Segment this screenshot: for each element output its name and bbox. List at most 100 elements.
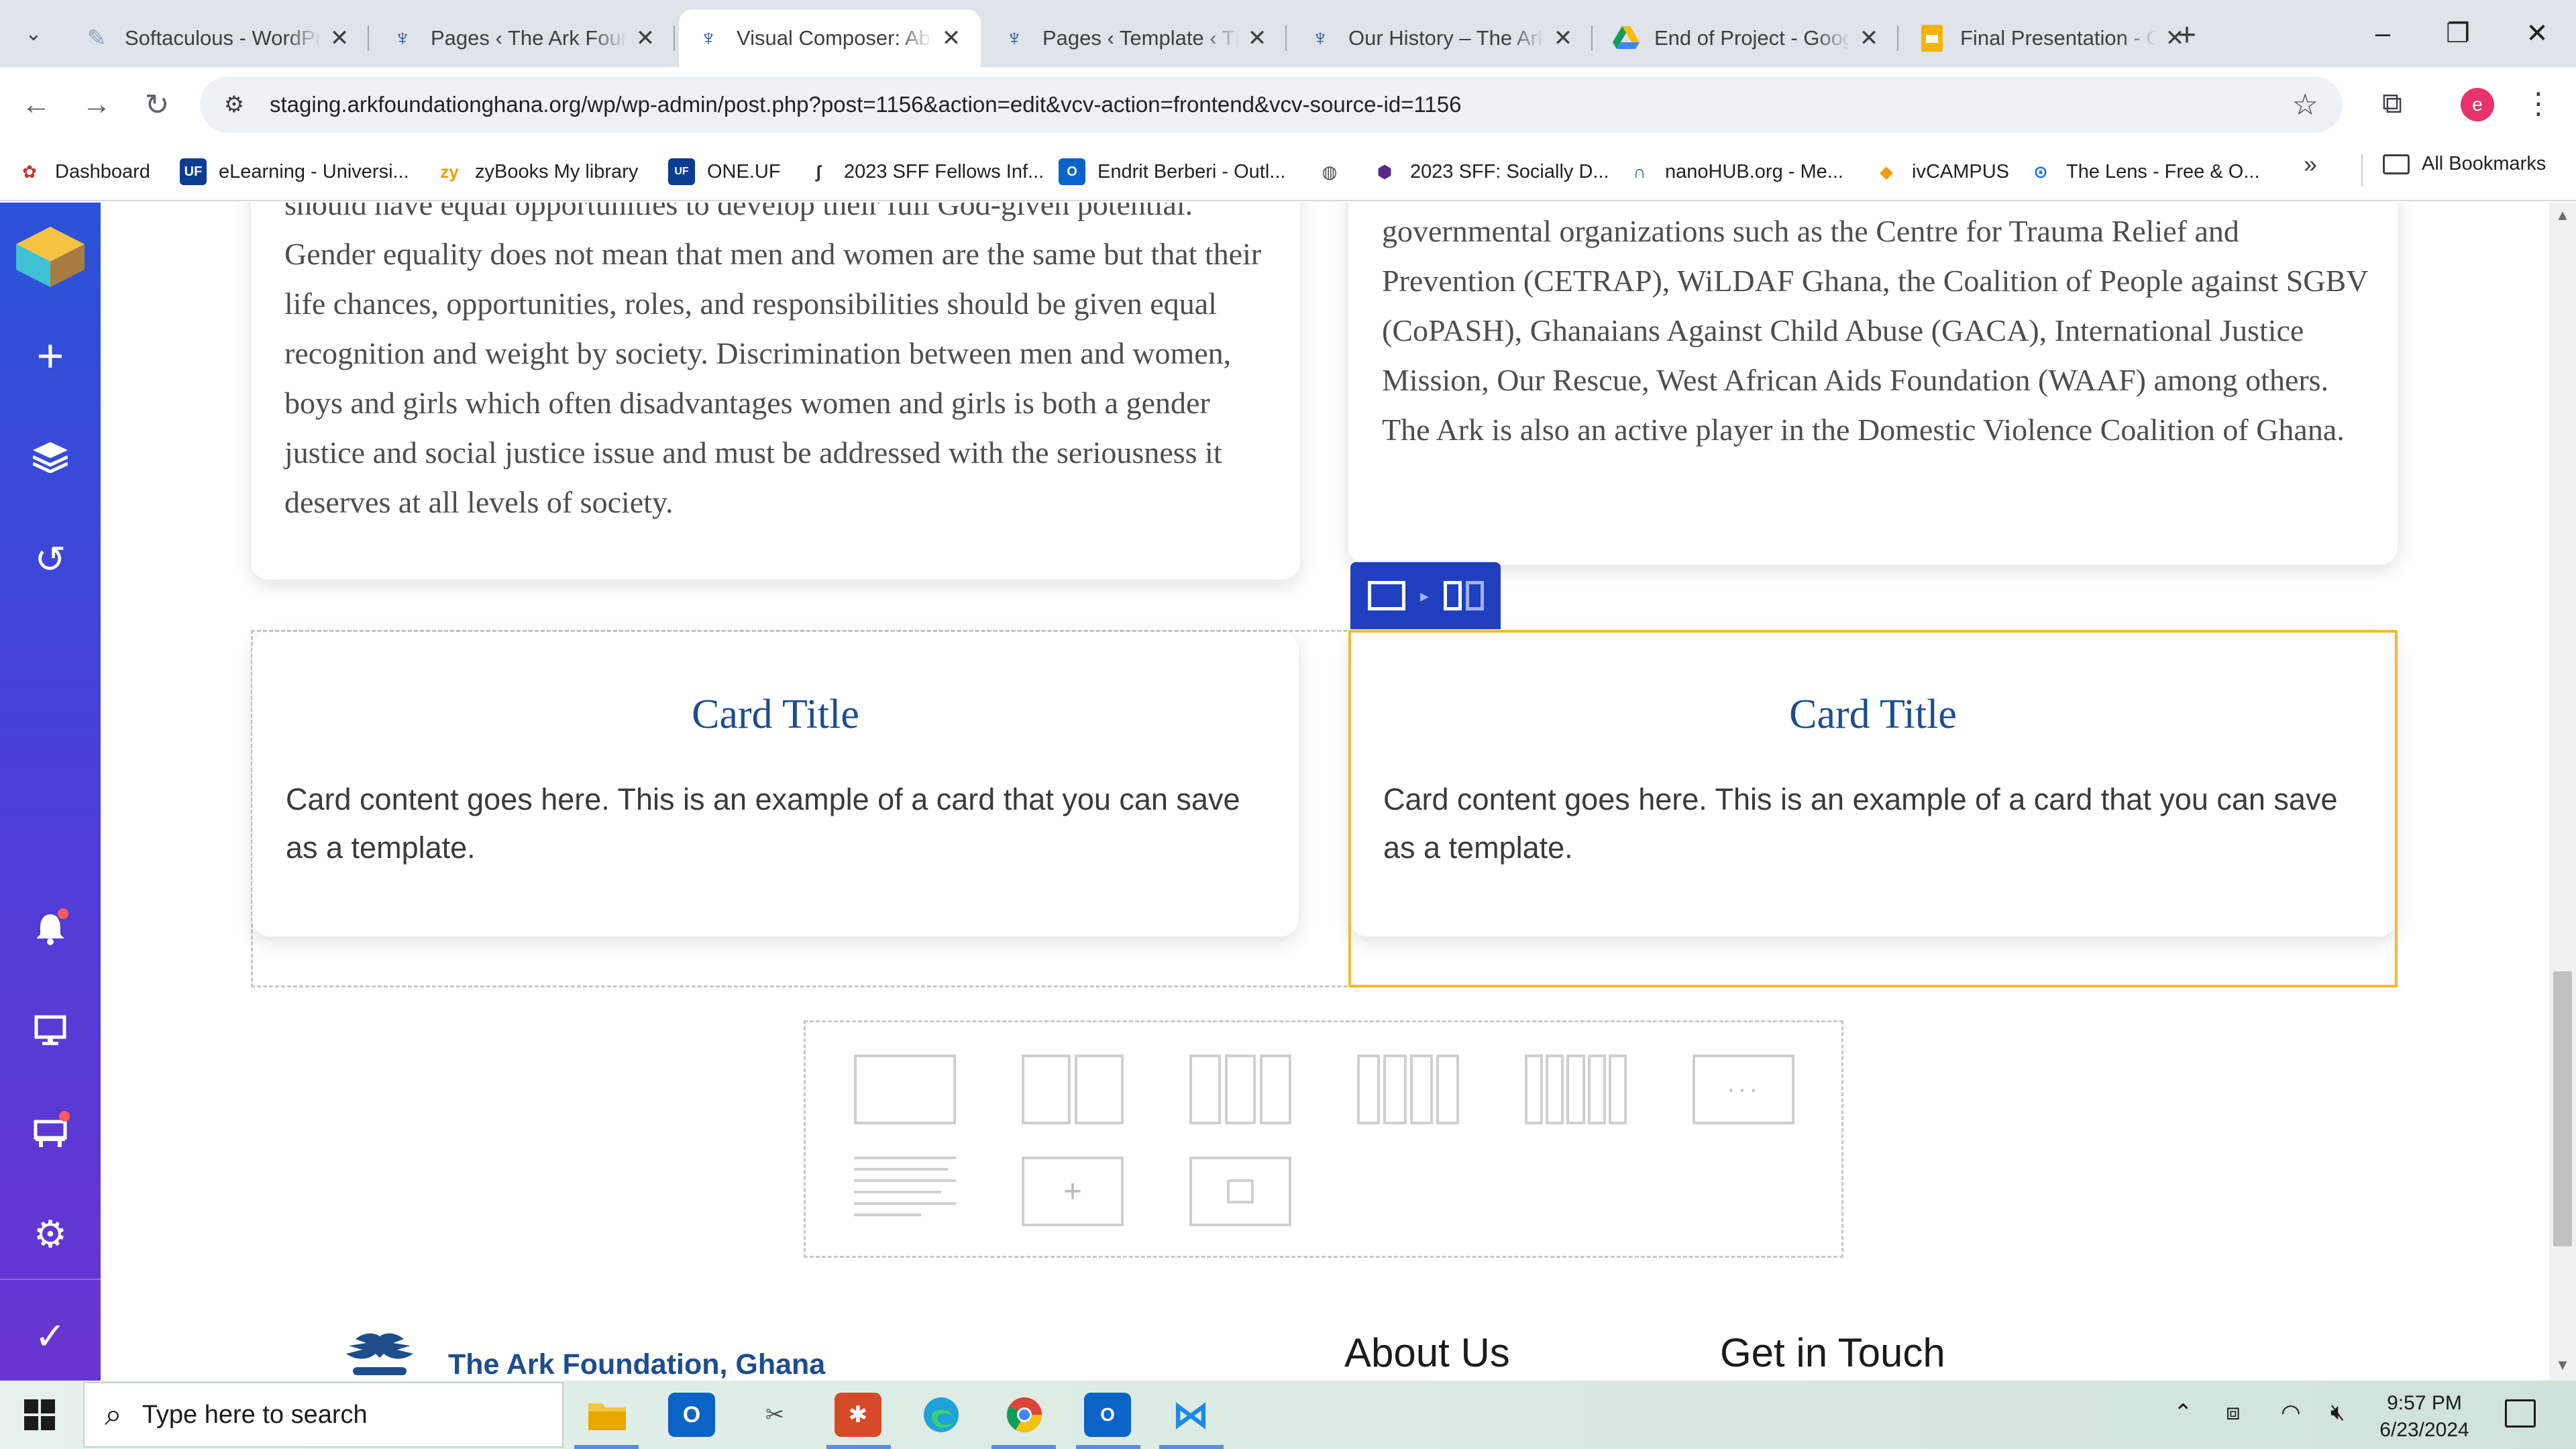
outlook-app-icon[interactable]: O <box>668 1393 715 1437</box>
snipping-tool-icon[interactable]: ✂ <box>751 1393 798 1437</box>
add-text-block-icon[interactable] <box>854 1157 956 1226</box>
tree-view-layers-icon[interactable] <box>0 424 101 491</box>
selected-column-outline[interactable] <box>1348 630 2398 987</box>
ark-bird-icon: ♆ <box>1006 25 1023 51</box>
tab-google-slides[interactable]: Final Presentation - Google Slides ✕ <box>1902 9 2204 67</box>
restore-icon[interactable]: ❐ <box>2438 13 2478 54</box>
bookmark-oneuf[interactable]: UF ONE.UF <box>668 153 781 191</box>
template-card-left[interactable]: Card Title Card content goes here. This … <box>252 632 1299 936</box>
bookmark-sff-socially[interactable]: ⬢ 2023 SFF: Socially D... <box>1371 153 1609 191</box>
bookmark-dashboard[interactable]: ✿ Dashboard <box>16 153 150 191</box>
bookmark-the-lens[interactable]: ⊙ The Lens - Free & O... <box>2027 153 2259 191</box>
undo-icon[interactable]: ↺ <box>0 526 101 593</box>
bookmarks-divider <box>2361 154 2363 186</box>
edge-browser-icon[interactable] <box>918 1393 965 1437</box>
close-icon[interactable]: ✕ <box>326 25 353 52</box>
file-explorer-icon[interactable] <box>584 1393 631 1437</box>
layout-3-columns[interactable] <box>1189 1055 1292 1124</box>
meet-now-icon[interactable]: ⧈ <box>2226 1399 2241 1426</box>
scroll-up-arrow-icon[interactable]: ▲ <box>2553 207 2572 224</box>
taskbar-clock[interactable]: 9:57 PM 6/23/2024 <box>2357 1390 2491 1444</box>
publish-checkmark-icon[interactable]: ✓ <box>0 1303 101 1370</box>
row-layout-icon[interactable] <box>1368 581 1405 610</box>
red-app-icon[interactable]: ✱ <box>835 1393 881 1437</box>
chrome-browser-icon[interactable] <box>1001 1393 1048 1437</box>
scroll-down-arrow-icon[interactable]: ▼ <box>2553 1356 2572 1374</box>
tab-visual-composer[interactable]: ♆ Visual Composer: About ✕ <box>679 9 981 67</box>
settings-gear-icon[interactable]: ⚙ <box>0 1201 101 1268</box>
oneuf-icon: UF <box>668 158 695 185</box>
layout-1-column[interactable] <box>854 1055 956 1124</box>
tab-softaculous[interactable]: ✎ Softaculous - WordPress ✕ <box>67 9 369 67</box>
column-controls-toolbar[interactable]: ▸ <box>1350 562 1501 629</box>
column-layout-icon[interactable] <box>1444 581 1485 610</box>
show-hidden-icons-chevron-icon[interactable]: ⌃ <box>2174 1399 2193 1426</box>
profile-avatar[interactable]: e <box>2461 88 2494 121</box>
close-icon[interactable]: ✕ <box>632 25 659 52</box>
footer-about-heading: About Us <box>1344 1330 1510 1375</box>
bookmark-elearning[interactable]: UF eLearning - Universi... <box>180 153 409 191</box>
tab-search-chevron-icon[interactable]: ⌄ <box>12 12 55 55</box>
volume-muted-icon[interactable]: 🔇︎ <box>2330 1399 2345 1426</box>
bookmark-star-icon[interactable]: ☆ <box>2292 88 2318 122</box>
footer-brand-name[interactable]: The Ark Foundation, Ghana <box>448 1348 825 1381</box>
tab-our-history[interactable]: ♆ Our History – The Ark Foundation ✕ <box>1291 9 1593 67</box>
taskbar-search-box[interactable]: ⌕ Type here to search <box>83 1382 564 1448</box>
more-bookmarks-chevron-icon[interactable]: » <box>2304 150 2317 178</box>
add-element-plus-icon[interactable]: + <box>0 322 101 389</box>
new-outlook-icon[interactable]: O <box>1084 1393 1131 1437</box>
google-slides-icon <box>1919 25 1945 52</box>
custom-layout-more-icon[interactable]: ··· <box>1693 1055 1794 1124</box>
notification-dot <box>58 908 68 919</box>
back-arrow-icon[interactable]: ← <box>15 83 58 126</box>
responsive-view-monitor-icon[interactable] <box>0 997 101 1064</box>
notifications-bell-icon[interactable] <box>0 895 101 962</box>
bookmark-globe[interactable]: ◍ <box>1316 153 1355 191</box>
layout-5-columns[interactable] <box>1525 1055 1627 1124</box>
windows-start-icon[interactable] <box>24 1399 55 1430</box>
windows-taskbar: ⌕ Type here to search O ✂ ✱ O ⋈ ⌃ ⧈ ◠ 🔇︎… <box>0 1381 2576 1449</box>
bookmark-sff-fellows[interactable]: ʃ 2023 SFF Fellows Inf... <box>805 153 1044 191</box>
url-text[interactable]: staging.arkfoundationghana.org/wp/wp-adm… <box>270 92 1461 117</box>
tab-title: Pages ‹ Template ‹ The Ark <box>1042 26 1238 50</box>
action-center-icon[interactable] <box>2505 1399 2536 1428</box>
tab-pages-ark[interactable]: ♆ Pages ‹ The Ark Foundation ✕ <box>373 9 675 67</box>
visual-composer-logo-icon[interactable] <box>16 227 85 287</box>
reload-icon[interactable]: ↻ <box>136 83 178 126</box>
bookmark-ivcampus[interactable]: ◆ ivCAMPUS <box>1873 153 2009 191</box>
add-template-icon[interactable] <box>1189 1157 1291 1226</box>
wifi-icon[interactable]: ◠ <box>2281 1399 2301 1426</box>
close-icon[interactable]: ✕ <box>938 25 965 52</box>
minimize-icon[interactable]: – <box>2363 13 2403 54</box>
browser-menu-icon[interactable]: ⋮ <box>2520 83 2557 123</box>
tab-google-drive[interactable]: End of Project - Google Drive ✕ <box>1597 9 1898 67</box>
tab-title: Pages ‹ The Ark Foundation <box>431 26 627 50</box>
vscode-icon[interactable]: ⋈ <box>1167 1393 1214 1437</box>
close-icon[interactable]: ✕ <box>1244 25 1271 52</box>
active-app-indicator <box>826 1445 891 1449</box>
site-settings-icon[interactable]: ⚙ <box>217 91 251 118</box>
layout-2-columns[interactable] <box>1022 1055 1124 1124</box>
bookmark-nanohub[interactable]: ∩ nanoHUB.org - Me... <box>1626 153 1843 191</box>
page-canvas: should have equal opportunities to devel… <box>101 203 2549 1381</box>
all-bookmarks-button[interactable]: All Bookmarks <box>2383 153 2546 175</box>
bookmark-outlook[interactable]: O Endrit Berberi - Outl... <box>1059 153 1285 191</box>
extensions-puzzle-icon[interactable]: ⧉ <box>2372 83 2412 123</box>
scrollbar-thumb[interactable] <box>2553 971 2572 1246</box>
address-bar[interactable]: ⚙ staging.arkfoundationghana.org/wp/wp-a… <box>200 76 2343 133</box>
content-card-right[interactable]: governmental organizations such as the C… <box>1348 203 2398 565</box>
ark-foundation-logo-icon[interactable] <box>342 1331 417 1381</box>
paragraph-partial: should have equal opportunities to devel… <box>284 203 1193 221</box>
hub-store-icon[interactable] <box>0 1099 101 1166</box>
close-icon[interactable]: ✕ <box>1550 25 1576 52</box>
window-close-icon[interactable]: ✕ <box>2517 13 2557 54</box>
tab-title: Our History – The Ark Foundation <box>1348 26 1544 50</box>
content-card-left[interactable]: should have equal opportunities to devel… <box>251 203 1300 580</box>
tab-pages-template[interactable]: ♆ Pages ‹ Template ‹ The Ark ✕ <box>985 9 1287 67</box>
forward-arrow-icon[interactable]: → <box>75 83 118 126</box>
layout-4-columns[interactable] <box>1357 1055 1459 1124</box>
new-tab-plus-icon[interactable]: + <box>2168 16 2206 54</box>
add-element-icon[interactable]: + <box>1022 1157 1124 1226</box>
bookmark-zybooks[interactable]: zy zyBooks My library <box>436 153 638 191</box>
close-icon[interactable]: ✕ <box>1856 25 1882 52</box>
